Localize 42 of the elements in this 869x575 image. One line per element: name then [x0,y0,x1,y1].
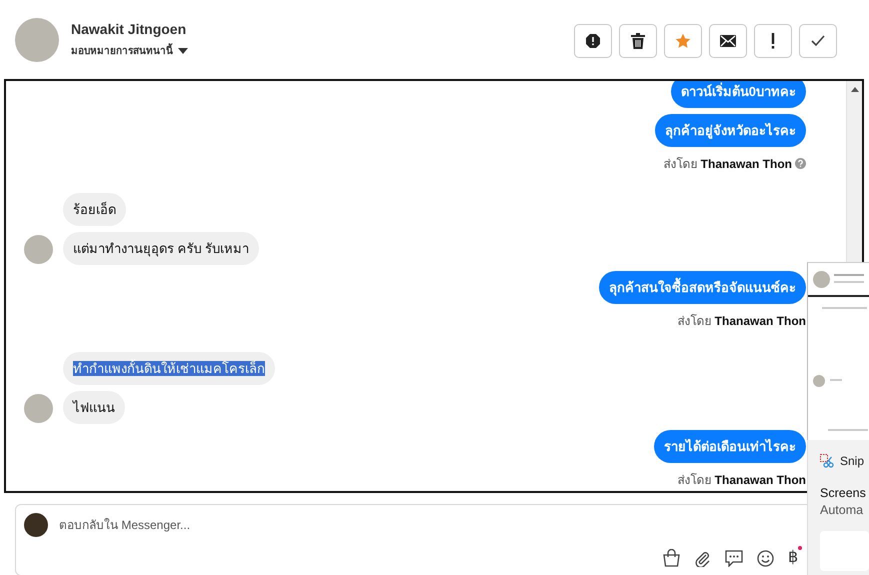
star-icon [675,32,691,48]
baht-button[interactable]: ฿ [788,549,798,567]
envelope-icon [720,34,736,46]
sent-by-label: ส่งโดย Thanawan Thon [677,472,806,489]
app-name: Snip [840,454,864,468]
screenshot-thumbnail[interactable] [807,262,869,440]
trash-icon [631,32,645,48]
exclamation-icon [771,32,775,48]
sent-message-bubble: ลุกค้าสนใจซื้อสดหรือจัดแนนซ์คะ [599,271,806,304]
star-button[interactable] [664,24,702,58]
contact-name: Nawakit Jitngoen [71,21,188,37]
chat-bubble-icon[interactable] [725,550,743,566]
delete-button[interactable] [619,24,657,58]
received-message-bubble: ร้อยเอ็ด [63,193,126,226]
paperclip-icon[interactable] [694,550,711,566]
sent-by-label: ส่งโดย Thanawan Thon [677,313,806,330]
important-button[interactable] [754,24,792,58]
sent-message-bubble: ดาวน์เริ่มต้น0บาทคะ [670,81,806,108]
report-button[interactable] [574,24,612,58]
sent-message-bubble: รายได้ต่อเดือนเท่าไรคะ [654,430,806,463]
done-button[interactable] [799,24,837,58]
received-message-bubble: ไฟแนน [63,391,125,424]
received-message-bubble: แต่มาทำงานยุอุดร ครับ รับเหมา [63,232,260,265]
sent-message-bubble: ลุกค้าอยู่จังหวัดอะไรคะ [655,114,806,147]
help-icon[interactable] [795,158,806,169]
reply-input[interactable]: ตอบกลับใน Messenger... [59,518,359,532]
page-avatar [24,513,48,537]
shopping-bag-icon[interactable] [663,549,680,567]
scissors-icon [820,454,834,468]
checkmark-icon [811,35,825,46]
caret-icon[interactable] [178,48,188,54]
notification-text: Automa [820,503,864,517]
notification-title: Screens [820,486,867,500]
contact-avatar [15,18,59,62]
scroll-up-arrow-icon[interactable] [850,87,858,92]
alert-octagon-icon [585,32,601,48]
sent-by-label: ส่งโดย Thanawan Thon [663,156,792,173]
notification-panel[interactable]: Snip Screens Automa [807,440,869,575]
smiley-icon[interactable] [757,550,774,566]
assign-conversation-link[interactable]: มอบหมายการสนทนานี้ [71,43,173,58]
mark-unread-button[interactable] [709,24,747,58]
received-message-bubble: ทำกำแพงกั้นดินให้เช่าแมคโครเล็ก [63,352,275,385]
